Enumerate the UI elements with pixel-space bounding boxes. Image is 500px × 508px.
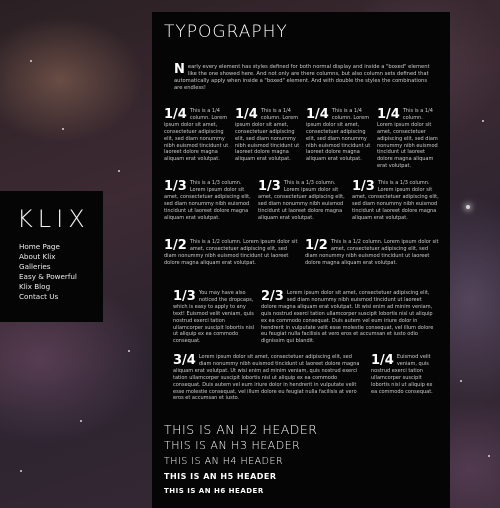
- nav-item-home[interactable]: Home Page: [19, 242, 77, 252]
- h5-header: THIS IS AN H5 HEADER: [164, 472, 277, 481]
- site-logo[interactable]: KLIX: [17, 205, 90, 233]
- column-third: 1/3 You may have also noticed the dropca…: [173, 290, 261, 345]
- page-title: TYPOGRAPHY: [164, 22, 288, 42]
- column-fraction: 1/4: [371, 353, 394, 368]
- column-fraction: 1/4: [377, 107, 400, 122]
- boxed-row-third-twothirds: 1/3 You may have also noticed the dropca…: [173, 290, 435, 345]
- column-two-thirds: 2/3 Lorem ipsum dolor sit amet, consecte…: [261, 290, 435, 345]
- star: [30, 60, 32, 62]
- star: [488, 455, 490, 457]
- star: [118, 170, 120, 172]
- star: [128, 350, 130, 352]
- h6-header: THIS IS AN H6 HEADER: [164, 487, 264, 495]
- column-fraction: 1/3: [352, 179, 375, 194]
- h2-header: THIS IS AN H2 HEADER: [164, 422, 318, 437]
- h4-header: THIS IS AN H4 HEADER: [164, 456, 284, 467]
- column-quarter: 1/4 Euismod velit veniam, quis nostrud e…: [371, 354, 435, 402]
- column-fraction: 1/4: [235, 107, 258, 122]
- column-fraction: 1/3: [258, 179, 281, 194]
- sidebar: KLIX Home Page About Klix Galleries Easy…: [0, 191, 103, 322]
- column-quarter: 1/4 This is a 1/4 column. Lorem ipsum do…: [306, 108, 377, 170]
- column-fraction: 1/2: [164, 238, 187, 253]
- column-quarter: 1/4 This is a 1/4 column. Lorem ipsum do…: [377, 108, 438, 170]
- quarter-columns-row: 1/4 This is a 1/4 column. Lorem ipsum do…: [164, 108, 438, 170]
- column-fraction: 1/4: [306, 107, 329, 122]
- nav-item-contact[interactable]: Contact Us: [19, 292, 77, 302]
- column-quarter: 1/4 This is a 1/4 column. Lorem ipsum do…: [235, 108, 306, 170]
- column-half: 1/2 This is a 1/2 column. Lorem ipsum do…: [305, 239, 442, 267]
- nav-item-galleries[interactable]: Galleries: [19, 262, 77, 272]
- column-fraction: 1/4: [164, 107, 187, 122]
- column-quarter: 1/4 This is a 1/4 column. Lorem ipsum do…: [164, 108, 235, 170]
- nav-item-blog[interactable]: Klix Blog: [19, 282, 77, 292]
- column-text: Lorem ipsum dolor sit amet, consectetuer…: [261, 290, 434, 345]
- nav-item-easy-powerful[interactable]: Easy & Powerful: [19, 272, 77, 282]
- column-fraction: 1/2: [305, 238, 328, 253]
- column-fraction: 1/3: [173, 289, 196, 304]
- half-columns-row: 1/2 This is a 1/2 column. Lorem ipsum do…: [164, 239, 442, 267]
- star: [460, 380, 462, 382]
- main-nav: Home Page About Klix Galleries Easy & Po…: [19, 242, 77, 302]
- intro-text: early every element has styles defined f…: [174, 64, 430, 91]
- column-three-quarters: 3/4 Lorem ipsum dolor sit amet, consecte…: [173, 354, 371, 402]
- column-text: Lorem ipsum dolor sit amet, consectetuer…: [173, 354, 360, 402]
- nav-item-about[interactable]: About Klix: [19, 252, 77, 262]
- dropcap: N: [174, 62, 185, 77]
- column-third: 1/3 This is a 1/3 column. Lorem ipsum do…: [258, 180, 352, 221]
- column-fraction: 1/3: [164, 179, 187, 194]
- intro-paragraph: N early every element has styles defined…: [174, 62, 436, 92]
- column-third: 1/3 This is a 1/3 column. Lorem ipsum do…: [352, 180, 442, 221]
- star: [482, 120, 484, 122]
- column-third: 1/3 This is a 1/3 column. Lorem ipsum do…: [164, 180, 258, 221]
- column-half: 1/2 This is a 1/2 column. Lorem ipsum do…: [164, 239, 305, 267]
- boxed-row-threequarters-quarter: 3/4 Lorem ipsum dolor sit amet, consecte…: [173, 354, 435, 402]
- column-fraction: 3/4: [173, 353, 196, 368]
- column-fraction: 2/3: [261, 289, 284, 304]
- content-panel: TYPOGRAPHY N early every element has sty…: [152, 12, 450, 508]
- third-columns-row: 1/3 This is a 1/3 column. Lorem ipsum do…: [164, 180, 442, 221]
- star: [62, 128, 64, 130]
- star: [20, 470, 22, 472]
- h3-header: THIS IS AN H3 HEADER: [164, 439, 301, 452]
- star: [466, 205, 470, 209]
- star: [80, 420, 82, 422]
